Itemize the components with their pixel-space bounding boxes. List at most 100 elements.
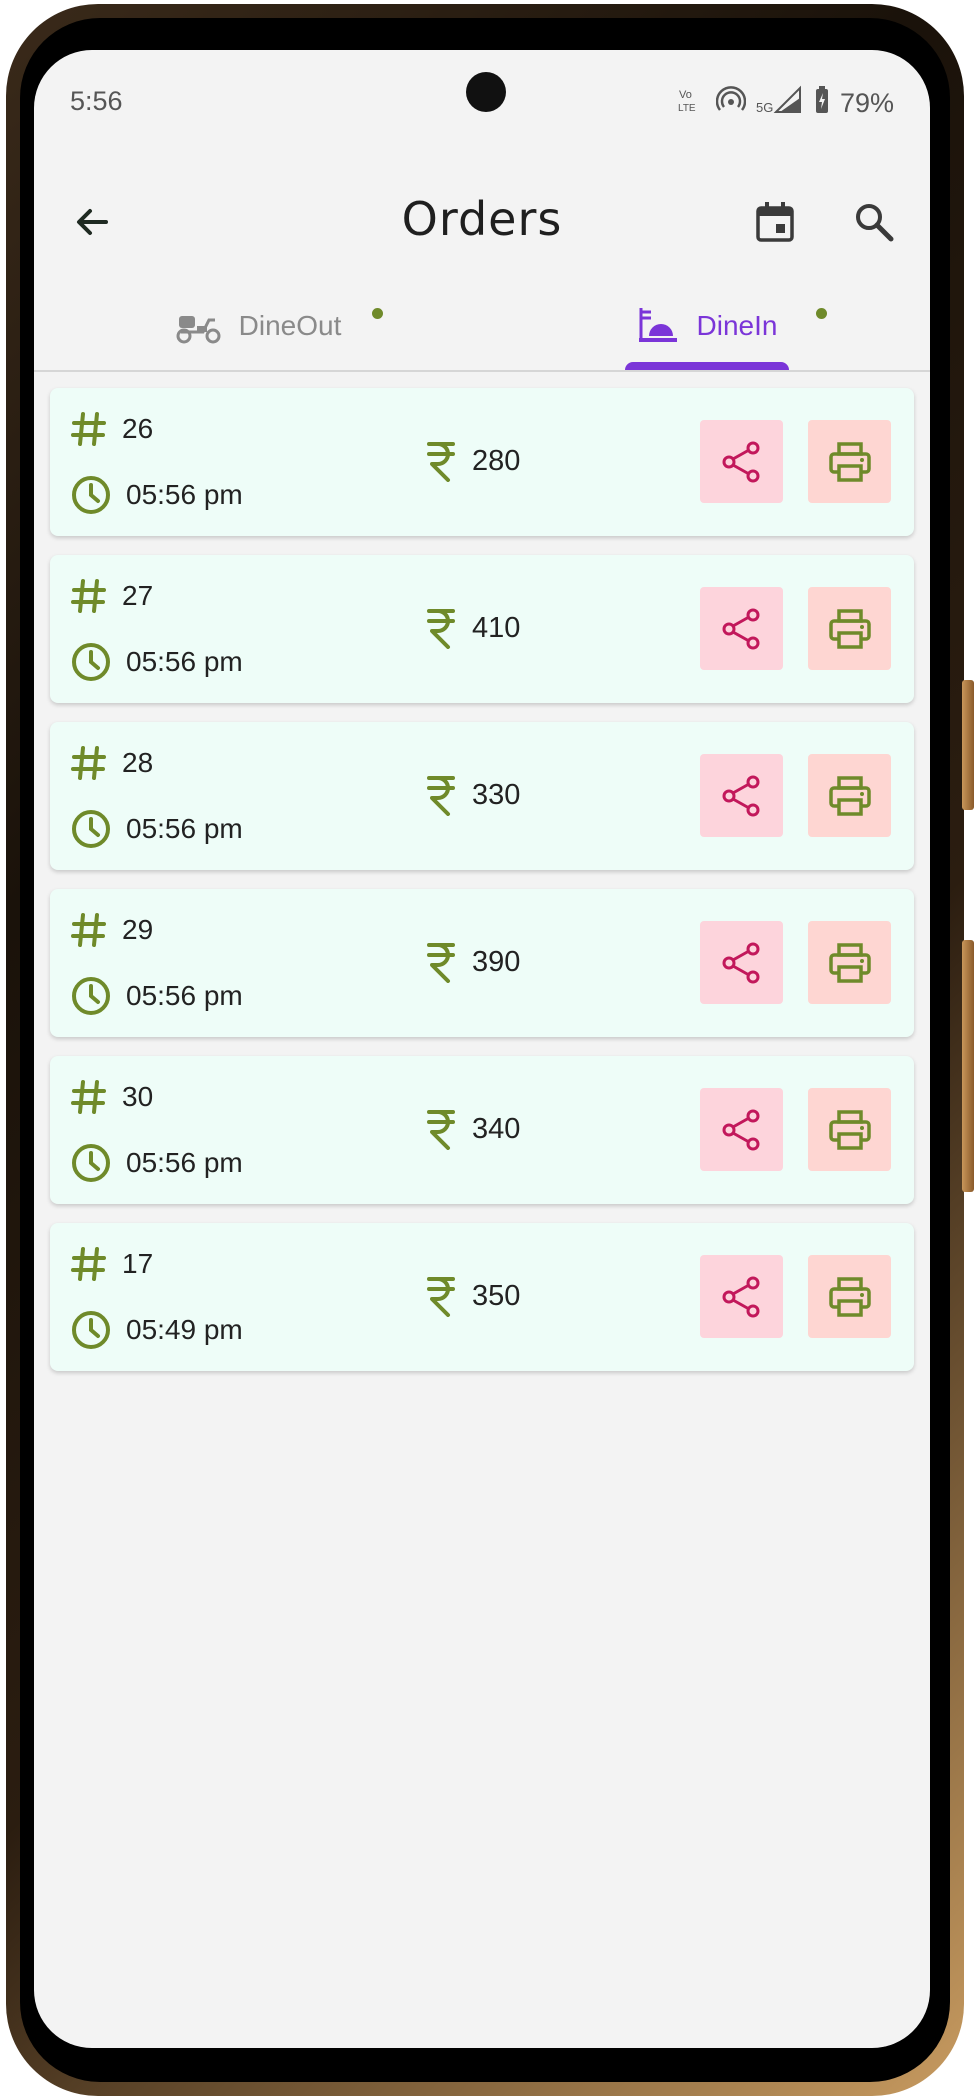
printer-icon [828,441,871,482]
share-icon [722,775,759,816]
status-time: 5:56 [70,86,123,116]
svg-text:5G: 5G [756,100,773,115]
clock-icon [72,1311,110,1349]
scooter-icon [176,316,221,344]
print-button[interactable] [808,420,891,503]
search-button[interactable] [844,192,904,252]
rupee-icon [427,943,455,983]
share-icon [722,608,759,649]
hotspot-icon [715,85,747,122]
order-time-row: 05:56 pm [70,1142,243,1184]
order-amount-value: 330 [472,778,521,811]
print-button[interactable] [808,1255,891,1338]
status-bar: 5:56 Vo LTE 5G 79% [34,50,930,150]
orders-list: 26 05:56 pm 280 27 05:56 pm 410 28 05:56… [50,388,914,1390]
rupee-icon [427,609,455,649]
order-card[interactable]: 29 05:56 pm 390 [50,889,914,1037]
order-number: 29 [122,914,154,945]
order-amount-value: 350 [472,1279,521,1312]
order-time: 05:56 pm [126,1147,243,1178]
tab-dineout[interactable]: DineOut [34,282,482,370]
svg-text:Vo: Vo [679,89,692,101]
printer-icon [828,1109,871,1150]
share-button[interactable] [700,754,783,837]
order-card[interactable]: 30 05:56 pm 340 [50,1056,914,1204]
tab-dinein[interactable]: DineIn [482,282,930,370]
status-icons: Vo LTE 5G 79% [676,84,894,123]
calendar-icon [756,202,794,242]
share-icon [722,1276,759,1317]
order-time-row: 05:56 pm [70,808,243,850]
order-amount: 330 [426,774,520,816]
order-number: 28 [122,747,154,778]
order-card[interactable]: 27 05:56 pm 410 [50,555,914,703]
share-icon [722,942,759,983]
tab-dineout-dot [372,308,383,319]
order-time: 05:56 pm [126,813,243,844]
rupee-icon [427,442,455,482]
printer-icon [828,775,871,816]
order-amount-value: 390 [472,945,521,978]
print-button[interactable] [808,1088,891,1171]
active-tab-indicator [625,362,789,370]
print-button[interactable] [808,754,891,837]
order-number: 27 [122,580,154,611]
search-icon [856,204,894,242]
print-button[interactable] [808,587,891,670]
share-button[interactable] [700,420,783,503]
order-number-row: 17 [70,1245,153,1283]
power-button [962,940,974,1192]
share-button[interactable] [700,1255,783,1338]
clock-icon [72,1144,110,1182]
share-button[interactable] [700,587,783,670]
order-amount: 280 [426,440,520,482]
signal-5g-icon: 5G [756,84,804,123]
order-time-row: 05:56 pm [70,641,243,683]
order-amount: 410 [426,607,520,649]
order-time: 05:56 pm [126,646,243,677]
front-camera [466,72,506,112]
order-amount: 340 [426,1108,520,1150]
share-icon [722,1109,759,1150]
battery-icon [814,86,830,121]
clock-icon [72,643,110,681]
order-time: 05:49 pm [126,1314,243,1345]
screen: 5:56 Vo LTE 5G 79% Orders DineOut DineIn… [34,50,930,2048]
rupee-icon [427,1277,455,1317]
order-amount-value: 340 [472,1112,521,1145]
calendar-button[interactable] [745,192,805,252]
clock-icon [72,977,110,1015]
hash-icon [71,746,106,780]
hash-icon [71,579,106,613]
order-time-row: 05:56 pm [70,975,243,1017]
printer-icon [828,1276,871,1317]
tab-dinein-label: DineIn [696,310,778,341]
order-card[interactable]: 17 05:49 pm 350 [50,1223,914,1371]
order-amount-value: 280 [472,444,521,477]
order-time-row: 05:49 pm [70,1309,243,1351]
app-bar: Orders [34,170,930,270]
hash-icon [71,913,106,947]
order-number-row: 30 [70,1078,153,1116]
rupee-icon [427,776,455,816]
order-amount: 350 [426,1275,520,1317]
order-card[interactable]: 26 05:56 pm 280 [50,388,914,536]
volte-icon: Vo LTE [676,85,706,122]
share-button[interactable] [700,1088,783,1171]
share-button[interactable] [700,921,783,1004]
order-amount-value: 410 [472,611,521,644]
printer-icon [828,608,871,649]
volume-button [962,680,974,810]
hash-icon [71,1080,106,1114]
clock-icon [72,810,110,848]
print-button[interactable] [808,921,891,1004]
order-amount: 390 [426,941,520,983]
order-number: 26 [122,413,154,444]
tab-dinein-dot [816,308,827,319]
order-number-row: 28 [70,744,153,782]
order-card[interactable]: 28 05:56 pm 330 [50,722,914,870]
rupee-icon [427,1110,455,1150]
order-time-row: 05:56 pm [70,474,243,516]
dine-in-icon [638,308,677,342]
order-number: 30 [122,1081,154,1112]
